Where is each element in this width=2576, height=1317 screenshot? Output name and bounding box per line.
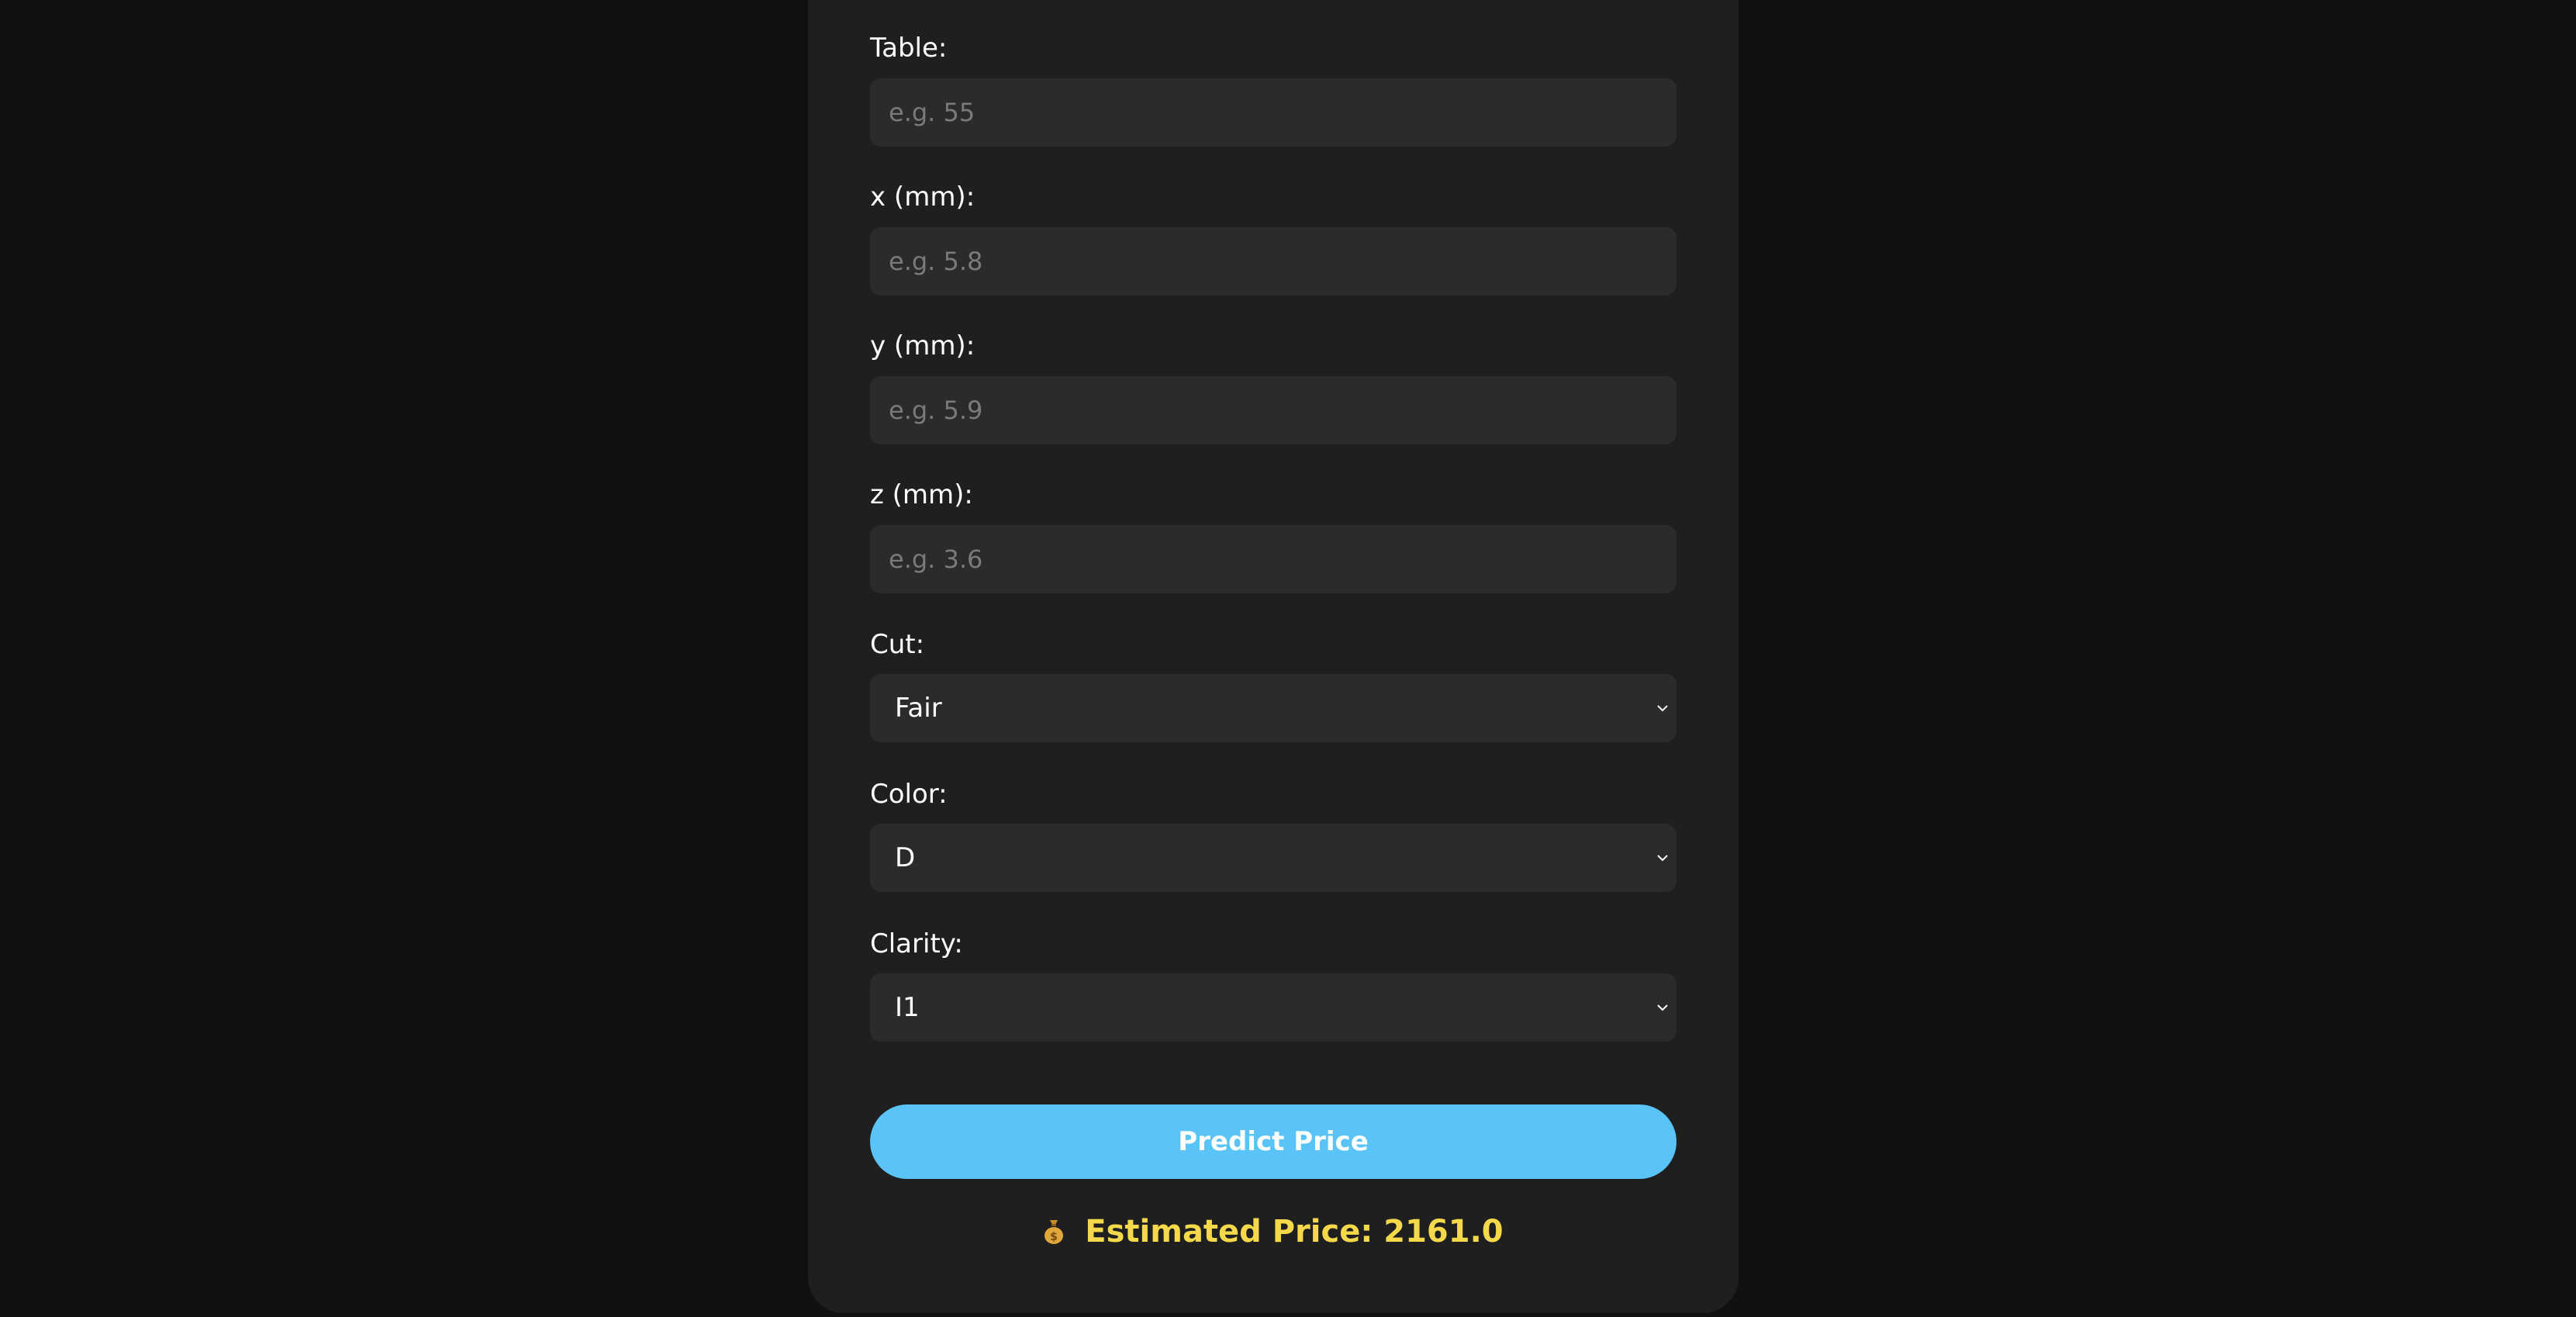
svg-text:$: $ xyxy=(1050,1231,1058,1243)
color-select[interactable]: D xyxy=(870,824,1676,892)
clarity-select[interactable]: I1 xyxy=(870,973,1676,1042)
z-label: z (mm): xyxy=(870,479,973,510)
cut-label: Cut: xyxy=(870,629,925,660)
y-input[interactable] xyxy=(870,376,1676,444)
z-input[interactable] xyxy=(870,525,1676,593)
x-input[interactable] xyxy=(870,227,1676,296)
cut-select[interactable]: Fair xyxy=(870,674,1676,742)
chevron-down-icon xyxy=(1657,1004,1668,1011)
estimated-price-text: Estimated Price: 2161.0 xyxy=(1085,1214,1504,1250)
table-input[interactable] xyxy=(870,78,1676,147)
chevron-down-icon xyxy=(1657,855,1668,862)
estimated-price-result: $ Estimated Price: 2161.0 xyxy=(870,1208,1676,1255)
clarity-label: Clarity: xyxy=(870,928,963,959)
cut-selected-value: Fair xyxy=(895,693,942,724)
table-label: Table: xyxy=(870,33,948,64)
prediction-card: Table: x (mm): y (mm): z (mm): Cut: Fair… xyxy=(808,0,1739,1313)
color-label: Color: xyxy=(870,779,948,810)
color-selected-value: D xyxy=(895,842,916,873)
y-label: y (mm): xyxy=(870,330,975,361)
money-bag-icon: $ xyxy=(1045,1220,1064,1244)
predict-price-button[interactable]: Predict Price xyxy=(870,1104,1676,1179)
clarity-selected-value: I1 xyxy=(895,992,920,1023)
x-label: x (mm): xyxy=(870,181,975,213)
chevron-down-icon xyxy=(1657,705,1668,712)
